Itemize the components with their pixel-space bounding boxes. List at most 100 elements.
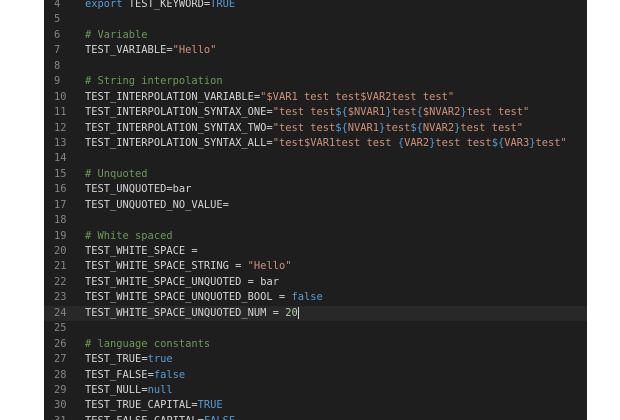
code-line[interactable]: 13 TEST_INTERPOLATION_SYNTAX_ALL="test$VA…: [44, 136, 587, 151]
code-line[interactable]: 29 TEST_NULL=null: [44, 383, 587, 398]
code-line[interactable]: 11 TEST_INTERPOLATION_SYNTAX_ONE="test te…: [44, 105, 587, 120]
code-line[interactable]: 30 TEST_TRUE_CAPITAL=TRUE: [44, 398, 587, 413]
code-token: =: [185, 245, 204, 257]
code-token: =: [228, 260, 248, 273]
line-number: 21: [54, 260, 67, 273]
line-number: 19: [54, 229, 67, 242]
code-editor[interactable]: 4 export TEST_KEYWORD=TRUE 5 6 # Variable 7 TE…: [44, 0, 587, 420]
code-line[interactable]: 8: [44, 59, 587, 74]
code-token: "test test: [272, 121, 336, 134]
line-number: 31: [44, 414, 82, 420]
line-content: TEST_WHITE_SPACE =: [85, 244, 204, 259]
code-token: TEST_FALSE: [85, 368, 148, 381]
code-token: TEST_TRUE: [85, 353, 142, 366]
code-line[interactable]: 17 TEST_UNQUOTED_NO_VALUE=: [44, 198, 587, 213]
line-content: # Unquoted: [85, 167, 148, 182]
code-line[interactable]: 15 # Unquoted: [44, 167, 587, 182]
code-token: $NVAR1: [347, 106, 386, 119]
line-number: 15: [54, 167, 67, 180]
code-token: FALSE: [204, 415, 235, 420]
code-line[interactable]: 14: [44, 151, 587, 166]
code-line[interactable]: 16 TEST_UNQUOTED=bar: [44, 182, 587, 197]
code-token: test: [391, 106, 417, 119]
code-token: false: [291, 291, 323, 304]
line-content: TEST_INTERPOLATION_SYNTAX_TWO="test test…: [85, 121, 523, 136]
line-number: 12: [54, 121, 67, 134]
code-token: ${: [335, 121, 348, 134]
line-number: 25: [54, 322, 67, 335]
code-line[interactable]: 20 TEST_WHITE_SPACE =: [44, 244, 587, 259]
code-token: TEST_VARIABLE: [85, 44, 167, 57]
code-line[interactable]: 18: [44, 213, 587, 228]
code-line[interactable]: 6 # Variable: [44, 28, 587, 43]
line-number: 14: [54, 152, 67, 165]
code-line[interactable]: 9 # String interpolation: [44, 74, 587, 89]
code-token: TEST_UNQUOTED_NO_VALUE: [85, 198, 223, 211]
line-content: TEST_FALSE=false: [85, 368, 185, 383]
code-token: TEST_WHITE_SPACE_UNQUOTED_NUM: [85, 306, 267, 319]
code-line[interactable]: 25: [44, 321, 587, 336]
code-line[interactable]: 23 TEST_WHITE_SPACE_UNQUOTED_BOOL = false: [44, 290, 587, 305]
code-line[interactable]: 24 TEST_WHITE_SPACE_UNQUOTED_NUM = 20: [44, 305, 587, 322]
code-token: test test: [435, 136, 492, 149]
code-token: bar: [172, 183, 192, 196]
code-token: "test$VAR1test test: [272, 136, 398, 149]
line-number: 26: [54, 337, 67, 350]
code-token: TEST_INTERPOLATION_SYNTAX_TWO: [85, 121, 267, 134]
code-line[interactable]: 22 TEST_WHITE_SPACE_UNQUOTED = bar: [44, 275, 587, 290]
code-token: # String interpolation: [85, 75, 223, 88]
line-number: 22: [54, 275, 67, 288]
code-token: 20: [285, 306, 298, 319]
code-token: TEST_NULL: [85, 383, 142, 396]
code-line[interactable]: 31TEST_FALSE_CAPITAL=FALSE: [44, 414, 587, 420]
line-number: 30: [54, 399, 67, 412]
line-number: 7: [54, 44, 61, 57]
code-line[interactable]: 10 TEST_INTERPOLATION_VARIABLE="$VAR1 tes…: [44, 90, 587, 105]
code-token: "test test: [272, 106, 336, 119]
code-line[interactable]: 26 # language constants: [44, 337, 587, 352]
line-number: 18: [54, 214, 67, 227]
line-number: 24: [54, 306, 67, 319]
code-token: TEST_WHITE_SPACE_UNQUOTED: [85, 275, 242, 288]
line-content: TEST_UNQUOTED_NO_VALUE=: [85, 198, 229, 213]
code-line[interactable]: 4 export TEST_KEYWORD=TRUE: [44, 0, 587, 12]
line-number: 11: [54, 106, 67, 119]
line-number: 6: [54, 28, 61, 41]
code-token: ${: [335, 106, 348, 119]
code-line[interactable]: 7 TEST_VARIABLE="Hello": [44, 43, 587, 58]
line-content: TEST_NULL=null: [85, 383, 173, 398]
line-number: 16: [54, 183, 67, 196]
code-token: ${: [491, 136, 505, 149]
code-token: # Variable: [85, 28, 148, 41]
line-number: 13: [54, 136, 67, 149]
line-content: # White spaced: [85, 229, 173, 244]
line-number: 29: [54, 383, 67, 396]
code-token: TEST_WHITE_SPACE: [85, 245, 186, 257]
code-token: null: [147, 383, 173, 396]
line-content: TEST_WHITE_SPACE_UNQUOTED = bar: [85, 275, 279, 290]
line-content: TEST_WHITE_SPACE_STRING = "Hello": [85, 259, 291, 274]
code-line[interactable]: 27 TEST_TRUE=true: [44, 352, 587, 367]
line-content: # Variable: [85, 28, 148, 43]
code-line[interactable]: 19 # White spaced: [44, 229, 587, 244]
code-token: "Hello": [172, 44, 217, 57]
code-token: TEST_UNQUOTED: [85, 183, 167, 196]
line-number: 4: [54, 0, 61, 10]
code-line[interactable]: 21 TEST_WHITE_SPACE_STRING = "Hello": [44, 259, 587, 274]
line-number: 9: [54, 75, 61, 88]
line-content: TEST_FALSE_CAPITAL=FALSE: [85, 414, 235, 420]
code-token: # Unquoted: [85, 167, 148, 180]
code-line[interactable]: 5: [44, 12, 587, 27]
code-token: =: [222, 198, 229, 211]
code-token: true: [147, 353, 173, 366]
code-line[interactable]: 12 TEST_INTERPOLATION_SYNTAX_TWO="test te…: [44, 121, 587, 136]
code-token: TEST_KEYWORD: [128, 0, 204, 10]
line-content: TEST_UNQUOTED=bar: [85, 182, 191, 197]
text-cursor: [297, 306, 299, 319]
code-token: =: [241, 275, 261, 288]
line-number: 8: [54, 59, 61, 72]
line-content: # String interpolation: [85, 74, 223, 89]
code-token: TEST_TRUE_CAPITAL: [85, 399, 192, 412]
code-token: NVAR2: [422, 121, 455, 134]
code-line[interactable]: 28 TEST_FALSE=false: [44, 368, 587, 383]
